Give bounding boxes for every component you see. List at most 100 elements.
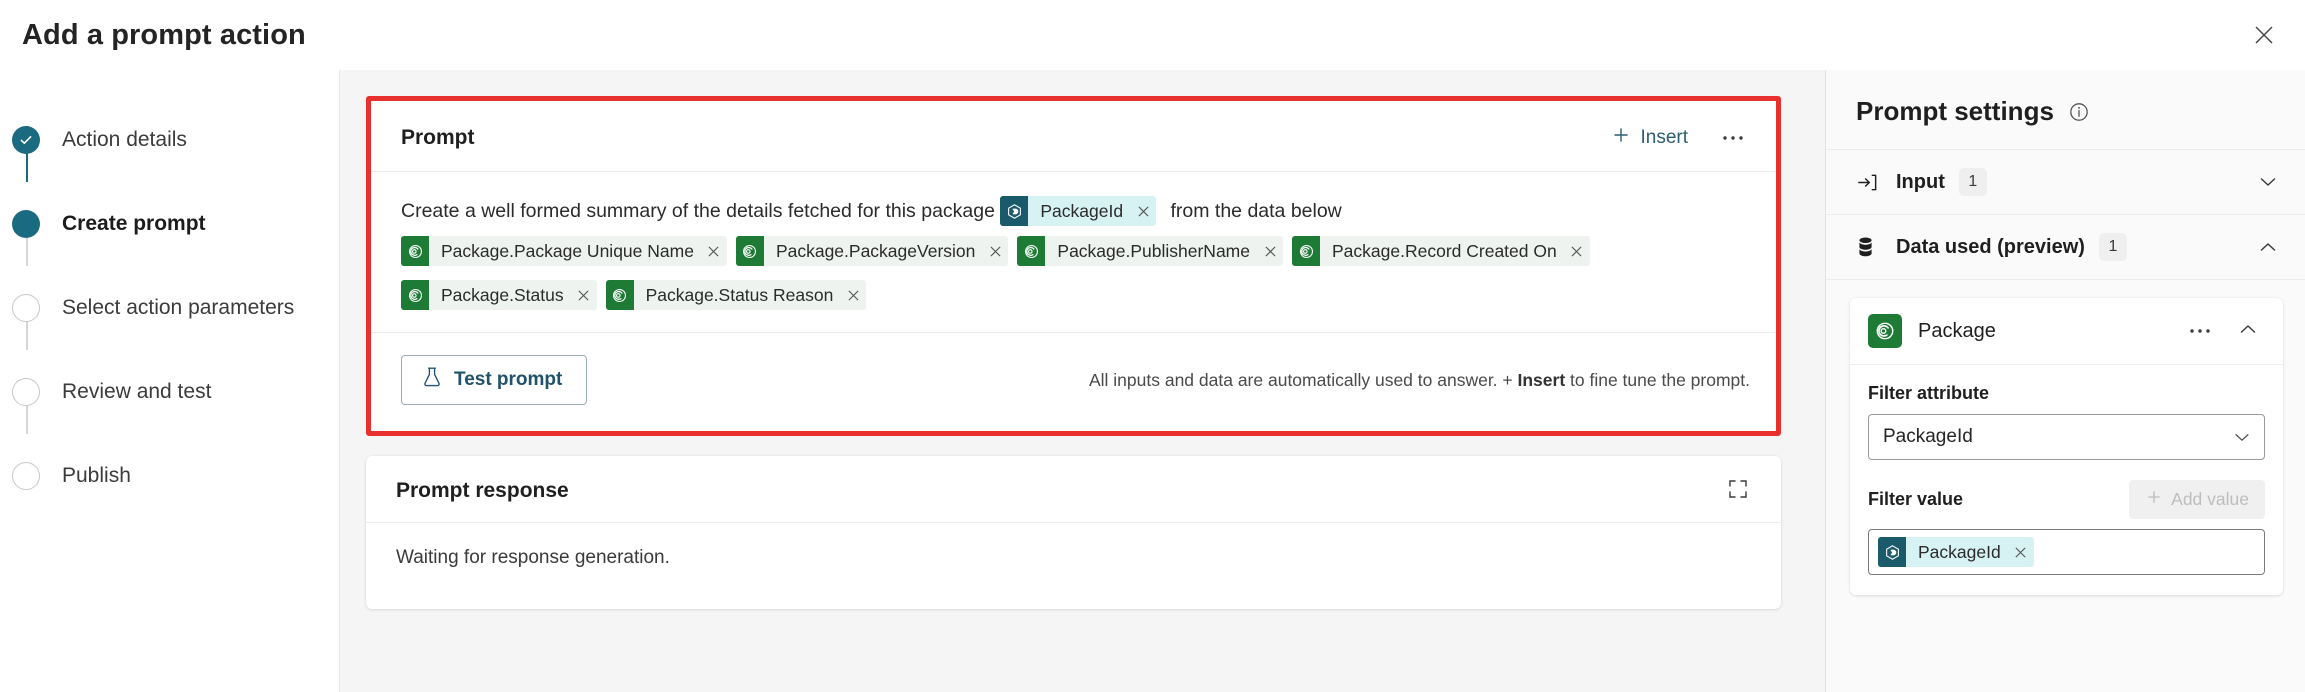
- table-token-icon: [1292, 236, 1320, 266]
- sidebar-item-action-details[interactable]: Action details: [0, 98, 339, 182]
- prompt-footer-hint: All inputs and data are automatically us…: [1089, 370, 1750, 391]
- prompt-text-before: Create a well formed summary of the deta…: [401, 200, 995, 222]
- prompt-card-header: Prompt Insert: [371, 101, 1776, 172]
- dataverse-token-icon: [1878, 537, 1906, 567]
- filter-value-token-label: PackageId: [1918, 541, 2001, 562]
- table-token-icon: [401, 280, 429, 310]
- window-header: Add a prompt action: [0, 0, 2305, 70]
- sidebar-item-select-action-parameters[interactable]: Select action parameters: [0, 266, 339, 350]
- prompt-token-row: Package.Status Package.Status Reason: [401, 276, 1750, 314]
- filter-attribute-select[interactable]: PackageId: [1868, 414, 2265, 460]
- prompt-token-label: Package.Status: [441, 284, 564, 305]
- prompt-token-status[interactable]: Package.Status: [401, 280, 597, 310]
- sidebar-item-label: Publish: [62, 464, 131, 487]
- prompt-card-title: Prompt: [401, 126, 475, 149]
- settings-section-input[interactable]: Input 1: [1826, 150, 2305, 215]
- close-button[interactable]: [2241, 12, 2287, 58]
- prompt-more-options-button[interactable]: [1716, 123, 1750, 153]
- chevron-down-icon: [2232, 427, 2252, 447]
- chevron-down-icon[interactable]: [2257, 171, 2279, 193]
- hint-bold: Insert: [1517, 369, 1566, 390]
- prompt-token-row: Package.Package Unique Name Package.Pack…: [401, 232, 1750, 270]
- prompt-token-packageversion[interactable]: Package.PackageVersion: [735, 236, 1009, 266]
- hint-prefix: All inputs and data are automatically us…: [1088, 369, 1518, 390]
- sidebar-item-label: Select action parameters: [62, 296, 295, 319]
- sidebar-item-publish[interactable]: Publish: [0, 434, 339, 518]
- close-icon[interactable]: [840, 280, 866, 310]
- insert-button[interactable]: Insert: [1603, 121, 1696, 155]
- prompt-card-highlight: Prompt Insert Create a well formed summa…: [366, 96, 1781, 436]
- wizard-stepper: Action details Create prompt Select acti…: [0, 70, 340, 692]
- sidebar-item-review-and-test[interactable]: Review and test: [0, 350, 339, 434]
- close-icon: [2252, 23, 2276, 47]
- prompt-token-label: Package.Record Created On: [1332, 240, 1557, 261]
- table-token-icon: [605, 280, 634, 310]
- close-icon[interactable]: [701, 236, 727, 266]
- prompt-token-record-created-on[interactable]: Package.Record Created On: [1292, 236, 1590, 266]
- prompt-token-label: PackageId: [1040, 201, 1124, 221]
- sidebar-item-create-prompt[interactable]: Create prompt: [0, 182, 339, 266]
- flask-icon: [422, 366, 442, 394]
- hint-suffix: to fine tune the prompt.: [1565, 369, 1750, 390]
- page-body: Action details Create prompt Select acti…: [0, 70, 2305, 692]
- table-token-icon: [1017, 236, 1046, 266]
- settings-section-count: 1: [1958, 168, 1987, 196]
- filter-value-row: Filter value Add value: [1868, 480, 2265, 519]
- data-entity-collapse-button[interactable]: [2231, 316, 2265, 346]
- step-marker-done: [12, 126, 40, 154]
- step-marker-todo: [12, 294, 40, 322]
- settings-section-data-used[interactable]: Data used (preview) 1: [1826, 215, 2305, 280]
- data-entity-more-options-button[interactable]: [2183, 316, 2217, 346]
- prompt-response-title: Prompt response: [396, 479, 569, 502]
- insert-button-label: Insert: [1640, 127, 1688, 148]
- step-marker-current: [12, 210, 40, 238]
- info-icon[interactable]: [2068, 101, 2090, 123]
- prompt-settings-panel: Prompt settings Input 1 Data used (previ…: [1825, 70, 2305, 692]
- prompt-card-footer: Test prompt All inputs and data are auto…: [371, 332, 1776, 431]
- ellipsis-icon: [2189, 322, 2211, 340]
- prompt-token-status-reason[interactable]: Package.Status Reason: [605, 280, 867, 310]
- prompt-response-header: Prompt response: [366, 456, 1781, 523]
- prompt-token-packageid[interactable]: PackageId: [1000, 196, 1157, 226]
- sidebar-item-label: Action details: [62, 128, 187, 151]
- filter-value-label: Filter value: [1868, 489, 1964, 509]
- close-icon[interactable]: [1257, 236, 1283, 266]
- database-icon: [1856, 236, 1884, 259]
- prompt-token-publishername[interactable]: Package.PublisherName: [1017, 236, 1283, 266]
- main-content: Prompt Insert Create a well formed summa…: [340, 70, 1825, 692]
- table-token-icon: [401, 236, 429, 266]
- filter-attribute-label: Filter attribute: [1868, 383, 1990, 403]
- test-prompt-button[interactable]: Test prompt: [401, 355, 588, 405]
- prompt-first-line: Create a well formed summary of the deta…: [401, 192, 1750, 230]
- step-marker-todo: [12, 378, 40, 406]
- prompt-token-list: Package.Package Unique Name Package.Pack…: [401, 232, 1750, 314]
- sidebar-item-label: Review and test: [62, 380, 212, 403]
- page-title: Add a prompt action: [22, 18, 306, 51]
- expand-response-button[interactable]: [1721, 476, 1755, 506]
- chevron-up-icon[interactable]: [2257, 236, 2279, 258]
- filter-value-token-packageid[interactable]: PackageId: [1878, 537, 2034, 567]
- test-prompt-button-label: Test prompt: [454, 369, 563, 390]
- prompt-token-package-unique-name[interactable]: Package.Package Unique Name: [401, 236, 727, 266]
- close-icon[interactable]: [982, 236, 1008, 266]
- data-entity-actions: [2183, 316, 2265, 346]
- prompt-editor[interactable]: Create a well formed summary of the deta…: [371, 172, 1776, 314]
- add-value-button-label: Add value: [2171, 489, 2249, 509]
- close-icon[interactable]: [1130, 196, 1156, 226]
- add-value-button[interactable]: Add value: [2129, 480, 2265, 519]
- close-icon[interactable]: [1564, 236, 1590, 266]
- data-entity-body: Filter attribute PackageId Filter value: [1850, 365, 2283, 595]
- plus-icon: [2145, 488, 2163, 511]
- close-icon[interactable]: [571, 280, 597, 310]
- prompt-card: Prompt Insert Create a well formed summa…: [371, 101, 1776, 431]
- chevron-up-icon: [2237, 318, 2259, 345]
- input-arrow-icon: [1856, 171, 1884, 194]
- prompt-card-actions: Insert: [1603, 121, 1750, 155]
- filter-value-input[interactable]: PackageId: [1868, 529, 2265, 575]
- prompt-response-card: Prompt response Waiting for response gen…: [366, 456, 1781, 609]
- close-icon[interactable]: [2008, 537, 2034, 567]
- settings-section-count: 1: [2098, 233, 2127, 261]
- data-entity-name: Package: [1918, 319, 1996, 342]
- prompt-settings-header: Prompt settings: [1826, 70, 2305, 150]
- dataverse-token-icon: [1000, 196, 1029, 226]
